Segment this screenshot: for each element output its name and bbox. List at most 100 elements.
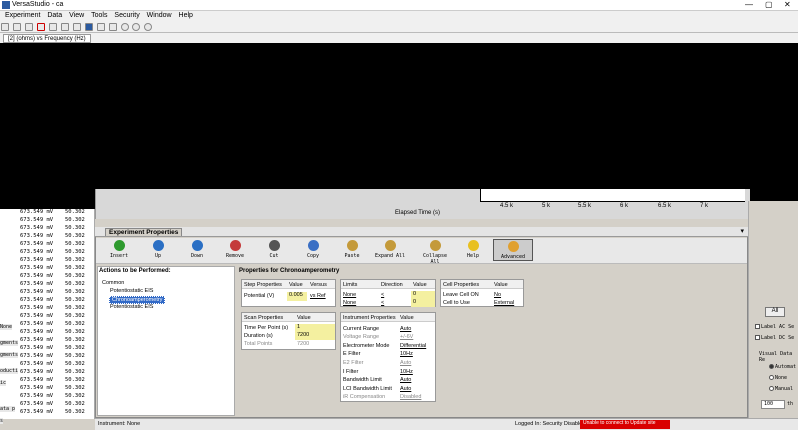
table-row[interactable]: 673.549 mV 50.302 xyxy=(0,289,94,297)
table-row[interactable]: 673.549 mV 50.302 xyxy=(0,233,94,241)
table-row[interactable]: 673.549 mV 50.302 xyxy=(0,321,94,329)
graph-icon[interactable] xyxy=(96,23,105,31)
expand-all-icon xyxy=(384,240,396,251)
data-list[interactable]: 673.549 mV 50.302 673.549 mV 50.302 673.549 … xyxy=(0,209,95,419)
menu-data[interactable]: Data xyxy=(47,11,62,21)
minimize-button[interactable]: — xyxy=(745,0,753,9)
table-row[interactable]: 673.549 mV 50.302 xyxy=(0,249,94,257)
tree-group-common[interactable]: Common xyxy=(102,280,124,286)
menu-window[interactable]: Window xyxy=(147,11,172,21)
label-ac-checkbox[interactable]: Label AC Se xyxy=(755,324,794,330)
insert-button[interactable]: Insert xyxy=(102,239,136,261)
table-row[interactable]: 673.549 mV 50.302 xyxy=(0,241,94,249)
pause-icon[interactable] xyxy=(132,23,141,31)
table-row[interactable]: 673.549 mV 50.302 xyxy=(0,273,94,281)
instrument-prop-name: iR Compensation xyxy=(343,394,386,400)
table-row[interactable]: 673.549 mV 50.302 xyxy=(0,377,94,385)
play-icon[interactable] xyxy=(120,23,129,31)
table-row[interactable]: 673.549 mV 50.302 xyxy=(0,265,94,273)
potential-cell: 673.549 mV xyxy=(20,377,54,383)
limit-direction[interactable]: < xyxy=(381,292,384,298)
value-cell: 50.302 xyxy=(65,273,85,279)
stop-icon[interactable] xyxy=(144,23,153,31)
radio-none[interactable]: None xyxy=(769,375,787,381)
instrument-prop-value[interactable]: Auto xyxy=(400,326,411,332)
radio-automatic[interactable]: Automat xyxy=(769,364,796,370)
settings-icon[interactable] xyxy=(108,23,117,31)
table-row[interactable]: 673.549 mV 50.302 xyxy=(0,297,94,305)
limit-value[interactable]: 0 xyxy=(411,291,435,299)
menu-security[interactable]: Security xyxy=(114,11,139,21)
collapse-icon[interactable]: ▾ xyxy=(740,227,744,235)
collapse-all-button[interactable]: Collapse All xyxy=(418,239,452,265)
menu-experiment[interactable]: Experiment xyxy=(5,11,40,21)
open-icon[interactable] xyxy=(12,23,21,31)
remove-button[interactable]: Remove xyxy=(218,239,252,261)
cell-prop-name: Cell to Use xyxy=(443,300,470,306)
leave-cell-on-value[interactable]: No xyxy=(494,292,501,298)
potential-cell: 673.549 mV xyxy=(20,257,54,263)
cut-button[interactable]: Cut xyxy=(257,239,291,261)
table-row[interactable]: 673.549 mV 50.302 xyxy=(0,209,94,217)
instrument-prop-value[interactable]: 10Hz xyxy=(400,351,413,357)
down-button[interactable]: Down xyxy=(180,239,214,261)
instrument-prop-value[interactable]: 10Hz xyxy=(400,369,413,375)
table-row[interactable]: 673.549 mV 50.302 xyxy=(0,225,94,233)
instrument-prop-value[interactable]: Auto xyxy=(400,386,411,392)
table-row[interactable]: 673.549 mV 50.302 xyxy=(0,313,94,321)
manual-count-input[interactable]: 100 xyxy=(761,400,785,409)
menu-tools[interactable]: Tools xyxy=(91,11,107,21)
close-button[interactable]: ✕ xyxy=(784,0,791,9)
radio-manual[interactable]: Manual xyxy=(769,386,793,392)
tree-item-chronoamperometry[interactable]: Chronoamperometry xyxy=(109,296,166,304)
new-icon[interactable] xyxy=(1,23,9,31)
menu-view[interactable]: View xyxy=(69,11,84,21)
potential-cell: 673.549 mV xyxy=(20,369,54,375)
limit-direction[interactable]: < xyxy=(381,300,384,306)
up-button[interactable]: Up xyxy=(141,239,175,261)
table-row[interactable]: 673.549 mV 50.302 xyxy=(0,385,94,393)
table-row[interactable]: 673.549 mV 50.302 xyxy=(0,329,94,337)
time-per-point-value[interactable]: 1 xyxy=(295,324,335,332)
limit-name[interactable]: None xyxy=(343,300,356,306)
side-label: s xyxy=(0,418,4,424)
limit-value[interactable]: 0 xyxy=(411,299,435,307)
paste-icon[interactable] xyxy=(72,23,81,31)
table-row[interactable]: 673.549 mV 50.302 xyxy=(0,217,94,225)
help-button[interactable]: Help xyxy=(456,239,490,261)
value-cell: 50.302 xyxy=(65,281,85,287)
instrument-prop-value: +/-6V xyxy=(400,334,414,340)
instrument-prop-value[interactable]: Differential xyxy=(400,343,426,349)
delete-icon[interactable] xyxy=(36,23,45,31)
paste-icon xyxy=(346,240,358,251)
cut-icon[interactable] xyxy=(48,23,57,31)
tree-item-potentiostatic-eis[interactable]: Potentiostatic EIS xyxy=(110,304,153,310)
cell-to-use-value[interactable]: External xyxy=(494,300,514,306)
table-row[interactable]: 673.549 mV 50.302 xyxy=(0,257,94,265)
table-row[interactable]: 673.549 mV 50.302 xyxy=(0,281,94,289)
instrument-prop-name: E2 Filter xyxy=(343,360,364,366)
run-icon[interactable] xyxy=(84,23,93,31)
actions-tree[interactable]: Actions to be Performed: Common Potentio… xyxy=(97,266,235,416)
paste-button[interactable]: Paste xyxy=(335,239,369,261)
menu-help[interactable]: Help xyxy=(179,11,193,21)
tab-graph[interactable]: [2] (ohms) vs Frequency (Hz) xyxy=(3,34,91,43)
table-row[interactable]: 673.549 mV 50.302 xyxy=(0,393,94,401)
potential-versus[interactable]: vs Ref xyxy=(310,293,326,299)
label-dc-checkbox[interactable]: Label DC Se xyxy=(755,335,794,341)
table-row[interactable]: 673.549 mV 50.302 xyxy=(0,305,94,313)
tree-item-potentiostatic-eis[interactable]: Potentiostatic EIS xyxy=(110,288,153,294)
copy-icon[interactable] xyxy=(60,23,69,31)
advanced-button[interactable]: Advanced xyxy=(493,239,533,261)
maximize-button[interactable]: ▢ xyxy=(765,0,773,9)
instrument-prop-value[interactable]: Auto xyxy=(400,377,411,383)
actions-title: Actions to be Performed: xyxy=(99,268,171,274)
expand-all-button[interactable]: Expand All xyxy=(373,239,407,261)
potential-value[interactable]: 0.005 xyxy=(287,292,307,301)
duration-value[interactable]: 7200 xyxy=(295,332,335,340)
save-icon[interactable] xyxy=(24,23,33,31)
copy-button[interactable]: Copy xyxy=(296,239,330,261)
limit-name[interactable]: None xyxy=(343,292,356,298)
obscured-graph-region xyxy=(0,43,798,201)
all-button[interactable]: All xyxy=(765,307,785,317)
